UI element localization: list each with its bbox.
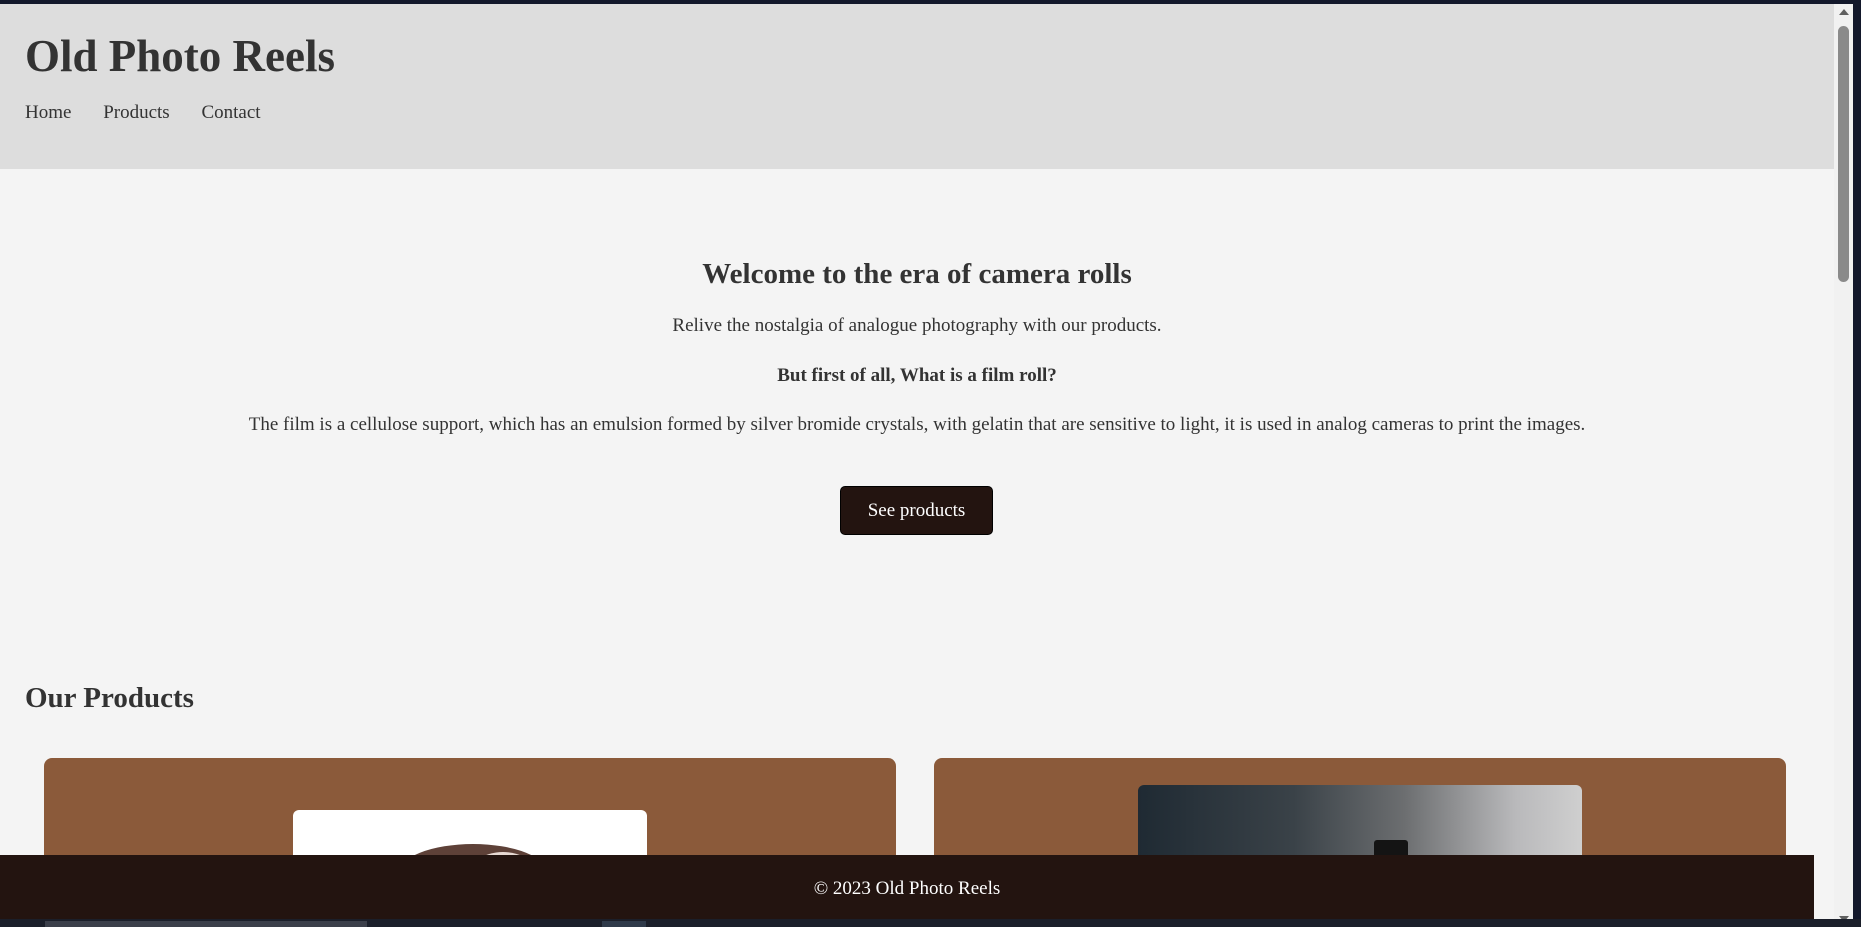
main-nav: Home Products Contact (25, 102, 288, 124)
site-header: Old Photo Reels Home Products Contact (0, 4, 1834, 169)
hero-heading: Welcome to the era of camera rolls (702, 258, 1132, 290)
taskbar-app-icon[interactable] (602, 921, 646, 927)
browser-viewport: Old Photo Reels Home Products Contact We… (0, 4, 1834, 927)
site-footer: © 2023 Old Photo Reels (0, 855, 1814, 927)
footer-copyright: © 2023 Old Photo Reels (813, 878, 1001, 899)
scrollbar-thumb[interactable] (1838, 26, 1849, 282)
hero-description: The film is a cellulose support, which h… (248, 414, 1586, 435)
see-products-button[interactable]: See products (840, 486, 993, 535)
nav-products-link[interactable]: Products (103, 102, 170, 123)
os-taskbar (0, 919, 1861, 927)
hero-subtitle: Relive the nostalgia of analogue photogr… (672, 315, 1162, 336)
page-scrollbar[interactable] (1834, 4, 1853, 927)
scroll-up-icon[interactable] (1839, 9, 1849, 15)
taskbar-search[interactable] (45, 921, 367, 927)
window-edge (1853, 0, 1861, 927)
nav-contact-link[interactable]: Contact (201, 102, 260, 123)
nav-home-link[interactable]: Home (25, 102, 71, 123)
products-section-title: Our Products (25, 682, 194, 714)
site-title: Old Photo Reels (25, 31, 335, 81)
hero-question: But first of all, What is a film roll? (777, 365, 1057, 386)
